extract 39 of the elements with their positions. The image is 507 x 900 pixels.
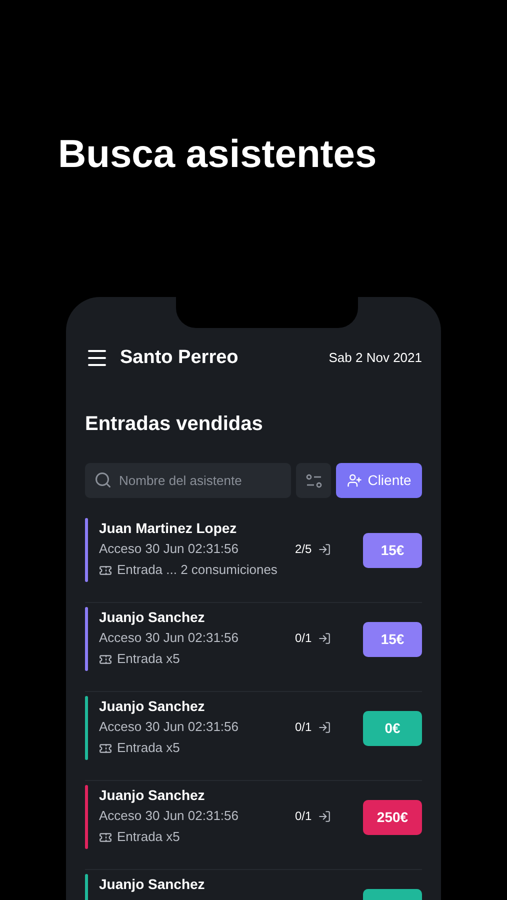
price-button[interactable]: 15€ (363, 533, 422, 568)
attendee-name: Juanjo Sanchez (99, 697, 206, 716)
ticket-icon (99, 742, 112, 754)
price-button[interactable]: 250€ (363, 800, 422, 835)
ticket-icon (99, 652, 112, 666)
entry-count: 0/1 (295, 630, 312, 647)
price-button[interactable]: 15€ (363, 622, 422, 657)
access-time: Acceso 30 Jun 02:31:56 (99, 718, 240, 736)
filter-icon (306, 472, 322, 488)
app-title: Santo Perreo (120, 346, 238, 370)
headline: Busca asistentes (57, 132, 378, 178)
event-date: Sab 2 Nov 2021 (328, 349, 422, 368)
search-icon (94, 471, 112, 489)
section-title: Entradas vendidas (85, 412, 264, 437)
add-client-button[interactable]: Cliente (336, 463, 422, 498)
access-time: Acceso 30 Jun 02:31:56 (99, 807, 240, 825)
search-field[interactable]: Nombre del asistente (85, 463, 291, 498)
access-time: Acceso 30 Jun 02:31:56 (99, 540, 240, 558)
check-in-icon (318, 632, 331, 644)
attendee-name: Juan Martinez Lopez (99, 519, 238, 538)
ticket-icon (99, 564, 112, 576)
attendee-name: Juanjo Sanchez (99, 786, 206, 805)
price-button[interactable]: 0€ (363, 711, 422, 746)
access-time: Acceso 30 Jun 02:31:56 (99, 629, 240, 647)
filter-button[interactable] (296, 463, 331, 498)
entry-count: 0/1 (295, 808, 312, 825)
add-user-icon (346, 473, 362, 488)
ticket-type: Entrada x5 (117, 828, 180, 846)
check-in-icon (318, 810, 331, 822)
entry-count: 0/1 (295, 719, 312, 736)
ticket-icon (99, 830, 112, 844)
attendee-name: Juanjo Sanchez (99, 875, 206, 894)
ticket-type: Entrada x5 (117, 650, 180, 668)
entry-count: 2/5 (295, 541, 312, 558)
ticket-type: Entrada x5 (117, 739, 180, 757)
attendee-name: Juanjo Sanchez (99, 608, 206, 627)
check-in-icon (318, 542, 331, 556)
check-in-icon (318, 720, 331, 734)
ticket-type: Entrada ... 2 consumiciones (117, 561, 278, 579)
